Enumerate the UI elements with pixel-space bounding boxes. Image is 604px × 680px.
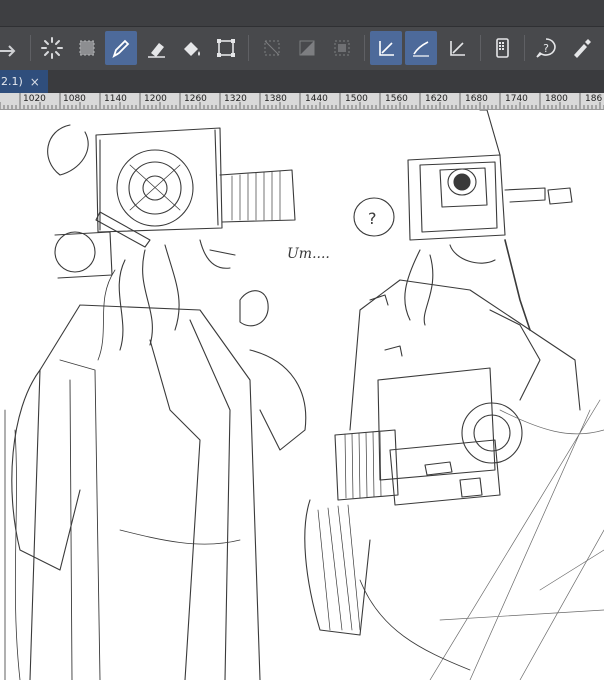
toolbar-separator: [480, 35, 481, 61]
sketch-stroke: [344, 431, 382, 499]
svg-text:?: ?: [543, 42, 549, 55]
ruler-label: 1680: [465, 94, 488, 104]
ruler-label: 1620: [425, 94, 448, 104]
sketch-stroke: [54, 231, 96, 273]
ruler-label: 1800: [545, 94, 568, 104]
ruler-label: 1380: [264, 94, 287, 104]
tab-label: 2.1): [1, 75, 23, 88]
bubble-text: ?: [368, 209, 377, 228]
sketch-stroke: [95, 211, 151, 248]
smooth-line-icon[interactable]: [405, 31, 437, 65]
ruler-label: 1020: [23, 94, 46, 104]
sketch-stroke: [473, 414, 511, 452]
sketch-stroke: [547, 187, 573, 205]
ruler-label: 1500: [345, 94, 368, 104]
fill-icon[interactable]: [175, 31, 207, 65]
eraser-icon[interactable]: [140, 31, 172, 65]
sketch-stroke: [304, 499, 371, 636]
ruler-label: 1560: [385, 94, 408, 104]
help-icon[interactable]: ?: [530, 31, 562, 65]
sketch-stroke: [239, 290, 269, 327]
clear-icon[interactable]: [291, 31, 323, 65]
sketch-stroke: [199, 239, 236, 269]
sketch-stroke: [97, 269, 116, 361]
sketch-stroke: [359, 579, 471, 671]
settings-pen-icon[interactable]: [566, 31, 598, 65]
sketch-stroke: [118, 244, 180, 351]
sketch-stroke: [404, 249, 434, 326]
sketch-annotation: Um....: [287, 246, 330, 262]
sketch-drawing: ? Um....: [4, 110, 604, 680]
loading-icon[interactable]: [36, 31, 68, 65]
sketch-stroke: [369, 294, 403, 357]
drawing-canvas[interactable]: ? Um....: [0, 110, 604, 680]
sketch-stroke: [449, 244, 496, 264]
sketch-stroke: [453, 173, 471, 191]
ruler-label: 1080: [63, 94, 86, 104]
ruler-label: 1200: [144, 94, 167, 104]
title-bar: [0, 0, 604, 26]
horizontal-ruler: 1020 1080 1140 1200 1260 1320 1380 1440 …: [0, 93, 604, 110]
sketch-stroke: [407, 154, 506, 241]
close-icon[interactable]: ×: [30, 75, 40, 89]
ruler-label: 186: [585, 94, 603, 104]
transform-icon[interactable]: [71, 31, 103, 65]
sketch-stroke: [499, 409, 604, 591]
show-selection-icon[interactable]: [326, 31, 358, 65]
sketch-stroke: [349, 279, 581, 431]
sketch-stroke: [219, 169, 296, 223]
ruler-label: 1140: [104, 94, 127, 104]
ruler-label: 1260: [184, 94, 207, 104]
ruler-label: 1320: [224, 94, 247, 104]
sketch-stroke: [504, 239, 531, 331]
select-transform-icon[interactable]: [210, 31, 242, 65]
toolbar-separator: [364, 35, 365, 61]
toolbar-separator: [524, 35, 525, 61]
toolbar-separator: [248, 35, 249, 61]
sketch-stroke: [129, 164, 181, 211]
pen-icon[interactable]: [105, 31, 137, 65]
sketch-stroke: [429, 399, 604, 680]
redo-icon[interactable]: [0, 31, 24, 65]
tab-document[interactable]: 2.1) ×: [0, 70, 48, 93]
toolbar-separator: [30, 35, 31, 61]
ruler-label: 1440: [305, 94, 328, 104]
command-bar: ?: [0, 26, 604, 70]
smartphone-icon[interactable]: [486, 31, 518, 65]
deselect-icon[interactable]: [256, 31, 288, 65]
sketch-stroke: [47, 124, 89, 176]
sketch-stroke: [149, 319, 231, 680]
document-tab-bar: 2.1) ×: [0, 70, 604, 93]
correct-line-icon[interactable]: [370, 31, 402, 65]
ruler-tool-icon[interactable]: [441, 31, 473, 65]
sketch-stroke: [4, 409, 21, 680]
sketch-stroke: [317, 504, 361, 631]
sketch-stroke: [59, 359, 101, 680]
sketch-stroke: [424, 461, 483, 498]
sketch-stroke: [231, 170, 281, 221]
sketch-stroke: [95, 127, 223, 233]
sketch-stroke: [119, 529, 241, 545]
ruler-label: 1740: [505, 94, 528, 104]
sketch-stroke: [54, 231, 113, 279]
sketch-stroke: [489, 309, 541, 401]
sketch-stroke: [249, 349, 307, 451]
